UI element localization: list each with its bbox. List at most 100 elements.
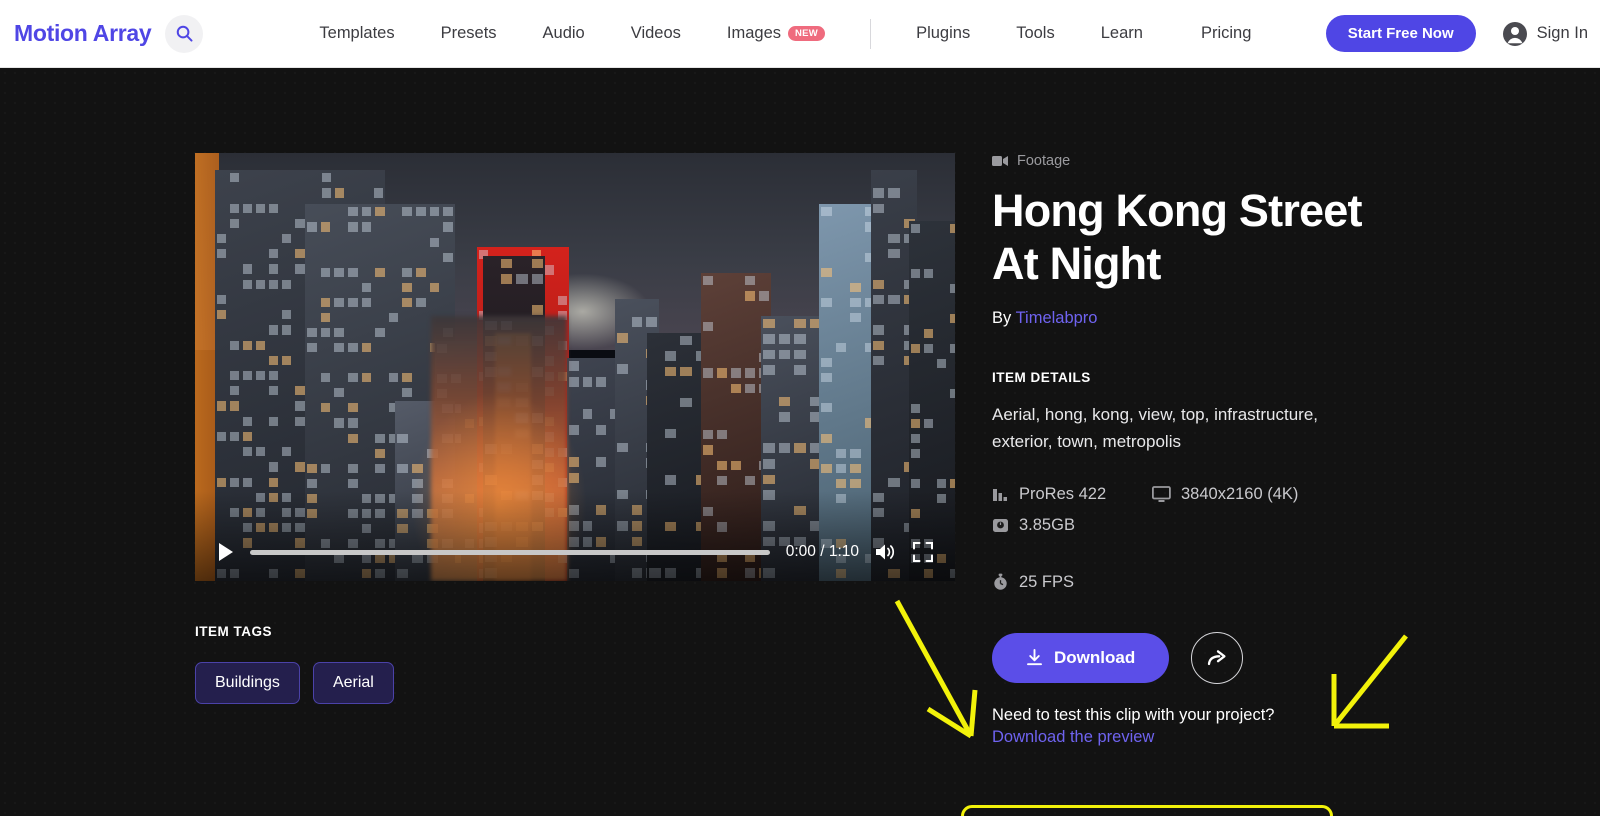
window-light: [269, 204, 278, 213]
window-light: [821, 403, 832, 412]
window-light: [402, 207, 412, 216]
volume-icon[interactable]: [875, 542, 897, 562]
window-light: [911, 419, 920, 428]
window-light: [402, 373, 412, 382]
window-light: [322, 173, 331, 182]
item-details-heading: ITEM DETAILS: [992, 370, 1412, 385]
window-light: [583, 377, 593, 387]
window-light: [295, 417, 304, 426]
nav-item-images[interactable]: Images NEW: [704, 24, 848, 43]
nav-item-templates[interactable]: Templates: [296, 24, 417, 43]
spec-value: 25 FPS: [1019, 573, 1074, 592]
window-light: [821, 434, 832, 443]
filesize-icon: [992, 517, 1009, 534]
author-link[interactable]: Timelabpro: [1016, 309, 1098, 327]
window-light: [416, 298, 426, 307]
window-light: [269, 264, 278, 273]
main-content: 0:00 / 1:10 ITEM TAGS Buildings Aerial F…: [0, 68, 1600, 816]
window-light: [269, 249, 278, 258]
window-light: [282, 447, 291, 456]
byline-prefix: By: [992, 309, 1011, 327]
window-light: [307, 222, 317, 231]
spec-filesize: 3.85GB: [992, 516, 1352, 535]
window-light: [389, 313, 399, 322]
nav-item-audio[interactable]: Audio: [520, 24, 608, 43]
window-light: [501, 274, 513, 283]
window-light: [873, 204, 884, 213]
window-light: [217, 295, 226, 304]
play-icon[interactable]: [217, 542, 234, 562]
window-light: [516, 274, 528, 283]
nav-item-videos[interactable]: Videos: [608, 24, 704, 43]
window-light: [256, 341, 265, 350]
window-light: [924, 344, 933, 353]
page-root: Motion Array Templates Presets Audio Vid…: [0, 0, 1600, 816]
window-light: [924, 269, 933, 278]
start-free-now-button[interactable]: Start Free Now: [1326, 15, 1476, 52]
window-light: [335, 188, 344, 197]
primary-nav: Templates Presets Audio Videos Images NE…: [296, 19, 1274, 49]
window-light: [217, 249, 226, 258]
share-button[interactable]: [1191, 632, 1243, 684]
window-light: [362, 207, 372, 216]
window-light: [348, 373, 358, 382]
window-light: [665, 429, 677, 439]
window-light: [911, 434, 920, 443]
window-light: [443, 207, 453, 216]
fullscreen-icon[interactable]: [913, 542, 933, 562]
window-light: [911, 344, 920, 353]
window-light: [348, 207, 358, 216]
nav-label: Learn: [1101, 24, 1143, 43]
nav-item-tools[interactable]: Tools: [993, 24, 1078, 43]
window-light: [759, 291, 769, 300]
window-light: [243, 432, 252, 441]
window-light: [873, 341, 884, 350]
window-light: [532, 305, 544, 314]
window-light: [888, 188, 899, 197]
monitor-icon: [1152, 486, 1171, 503]
progress-bar[interactable]: [250, 550, 770, 555]
window-light: [321, 464, 331, 473]
nav-item-learn[interactable]: Learn: [1078, 24, 1166, 43]
window-light: [763, 319, 775, 329]
window-light: [850, 464, 861, 473]
tag-buildings[interactable]: Buildings: [195, 662, 300, 704]
window-light: [779, 412, 791, 422]
video-player[interactable]: 0:00 / 1:10: [195, 153, 955, 581]
download-preview-link[interactable]: Download the preview: [992, 728, 1154, 747]
spec-codec: ProRes 422: [992, 485, 1152, 504]
spec-list: ProRes 422 3840x2160 (4K) 3.85GB 25 FPS: [992, 485, 1352, 592]
window-light: [416, 268, 426, 277]
time-display: 0:00 / 1:10: [786, 543, 859, 561]
nav-item-presets[interactable]: Presets: [418, 24, 520, 43]
window-light: [402, 283, 412, 292]
window-light: [269, 371, 278, 380]
window-light: [836, 479, 847, 488]
tag-aerial[interactable]: Aerial: [313, 662, 394, 704]
window-light: [950, 224, 955, 233]
window-light: [389, 373, 399, 382]
window-light: [665, 475, 677, 485]
window-light: [850, 313, 861, 322]
window-light: [763, 350, 775, 360]
sign-in-button[interactable]: Sign In: [1502, 21, 1588, 47]
nav-right-group: Start Free Now Sign In: [1326, 15, 1600, 52]
window-light: [321, 313, 331, 322]
window-light: [375, 464, 385, 473]
download-button[interactable]: Download: [992, 633, 1169, 683]
window-light: [763, 365, 775, 375]
window-light: [821, 358, 832, 367]
byline: By Timelabpro: [992, 309, 1412, 328]
window-light: [443, 253, 453, 262]
window-light: [850, 479, 861, 488]
window-light: [873, 325, 884, 334]
window-light: [937, 479, 946, 488]
search-button[interactable]: [165, 15, 203, 53]
spec-fps: 25 FPS: [992, 573, 1352, 592]
nav-item-plugins[interactable]: Plugins: [893, 24, 993, 43]
window-light: [217, 234, 226, 243]
window-light: [362, 222, 372, 231]
window-light: [665, 351, 677, 361]
brand-logo[interactable]: Motion Array: [14, 20, 151, 47]
nav-item-pricing[interactable]: Pricing: [1166, 24, 1274, 43]
